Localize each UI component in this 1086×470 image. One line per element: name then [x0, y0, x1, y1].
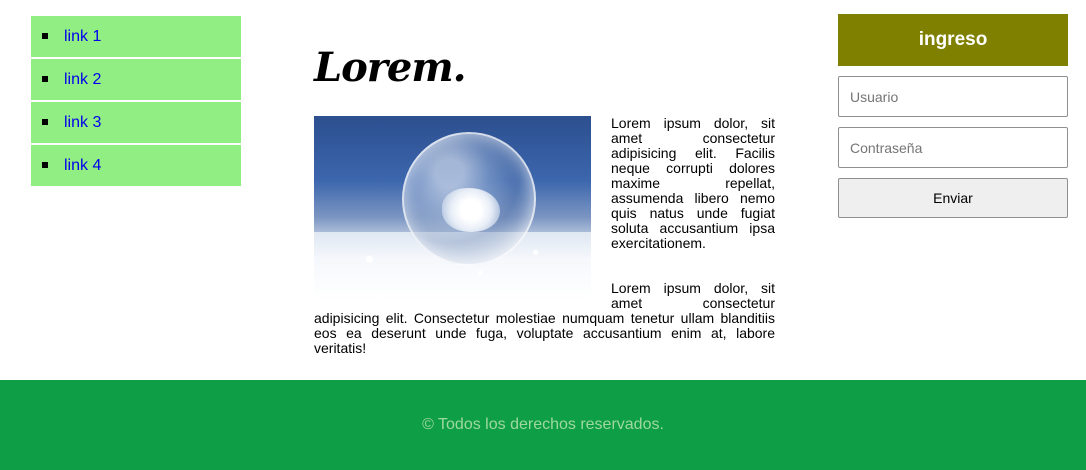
square-bullet-icon: [42, 33, 48, 39]
nav-link-4[interactable]: link 4: [64, 157, 101, 174]
username-input[interactable]: [838, 76, 1068, 117]
square-bullet-icon: [42, 162, 48, 168]
nav-link-2[interactable]: link 2: [64, 71, 101, 88]
sidebar-item-link-3[interactable]: link 3: [31, 102, 241, 143]
login-title: ingreso: [838, 14, 1068, 66]
nav-link-3[interactable]: link 3: [64, 114, 101, 131]
square-bullet-icon: [42, 76, 48, 82]
footer: © Todos los derechos reservados.: [0, 380, 1086, 470]
square-bullet-icon: [42, 119, 48, 125]
sidebar-item-link-4[interactable]: link 4: [31, 145, 241, 186]
page-title: Lorem.: [314, 44, 467, 91]
submit-button[interactable]: Enviar: [838, 178, 1068, 218]
ice-flake: [442, 188, 500, 232]
sidebar-item-link-1[interactable]: link 1: [31, 16, 241, 57]
sidebar-item-link-2[interactable]: link 2: [31, 59, 241, 100]
sidebar-nav: link 1 link 2 link 3 link 4: [31, 16, 241, 188]
frozen-bubble-photo: [314, 116, 591, 300]
login-form: ingreso Enviar: [838, 14, 1068, 218]
article: Lorem ipsum dolor, sit amet consectetur …: [314, 116, 775, 356]
password-input[interactable]: [838, 127, 1068, 168]
nav-link-1[interactable]: link 1: [64, 28, 101, 45]
footer-copyright: © Todos los derechos reservados.: [422, 416, 664, 433]
main-content: Lorem. Lorem ipsum dolor, sit amet conse…: [314, 40, 775, 356]
